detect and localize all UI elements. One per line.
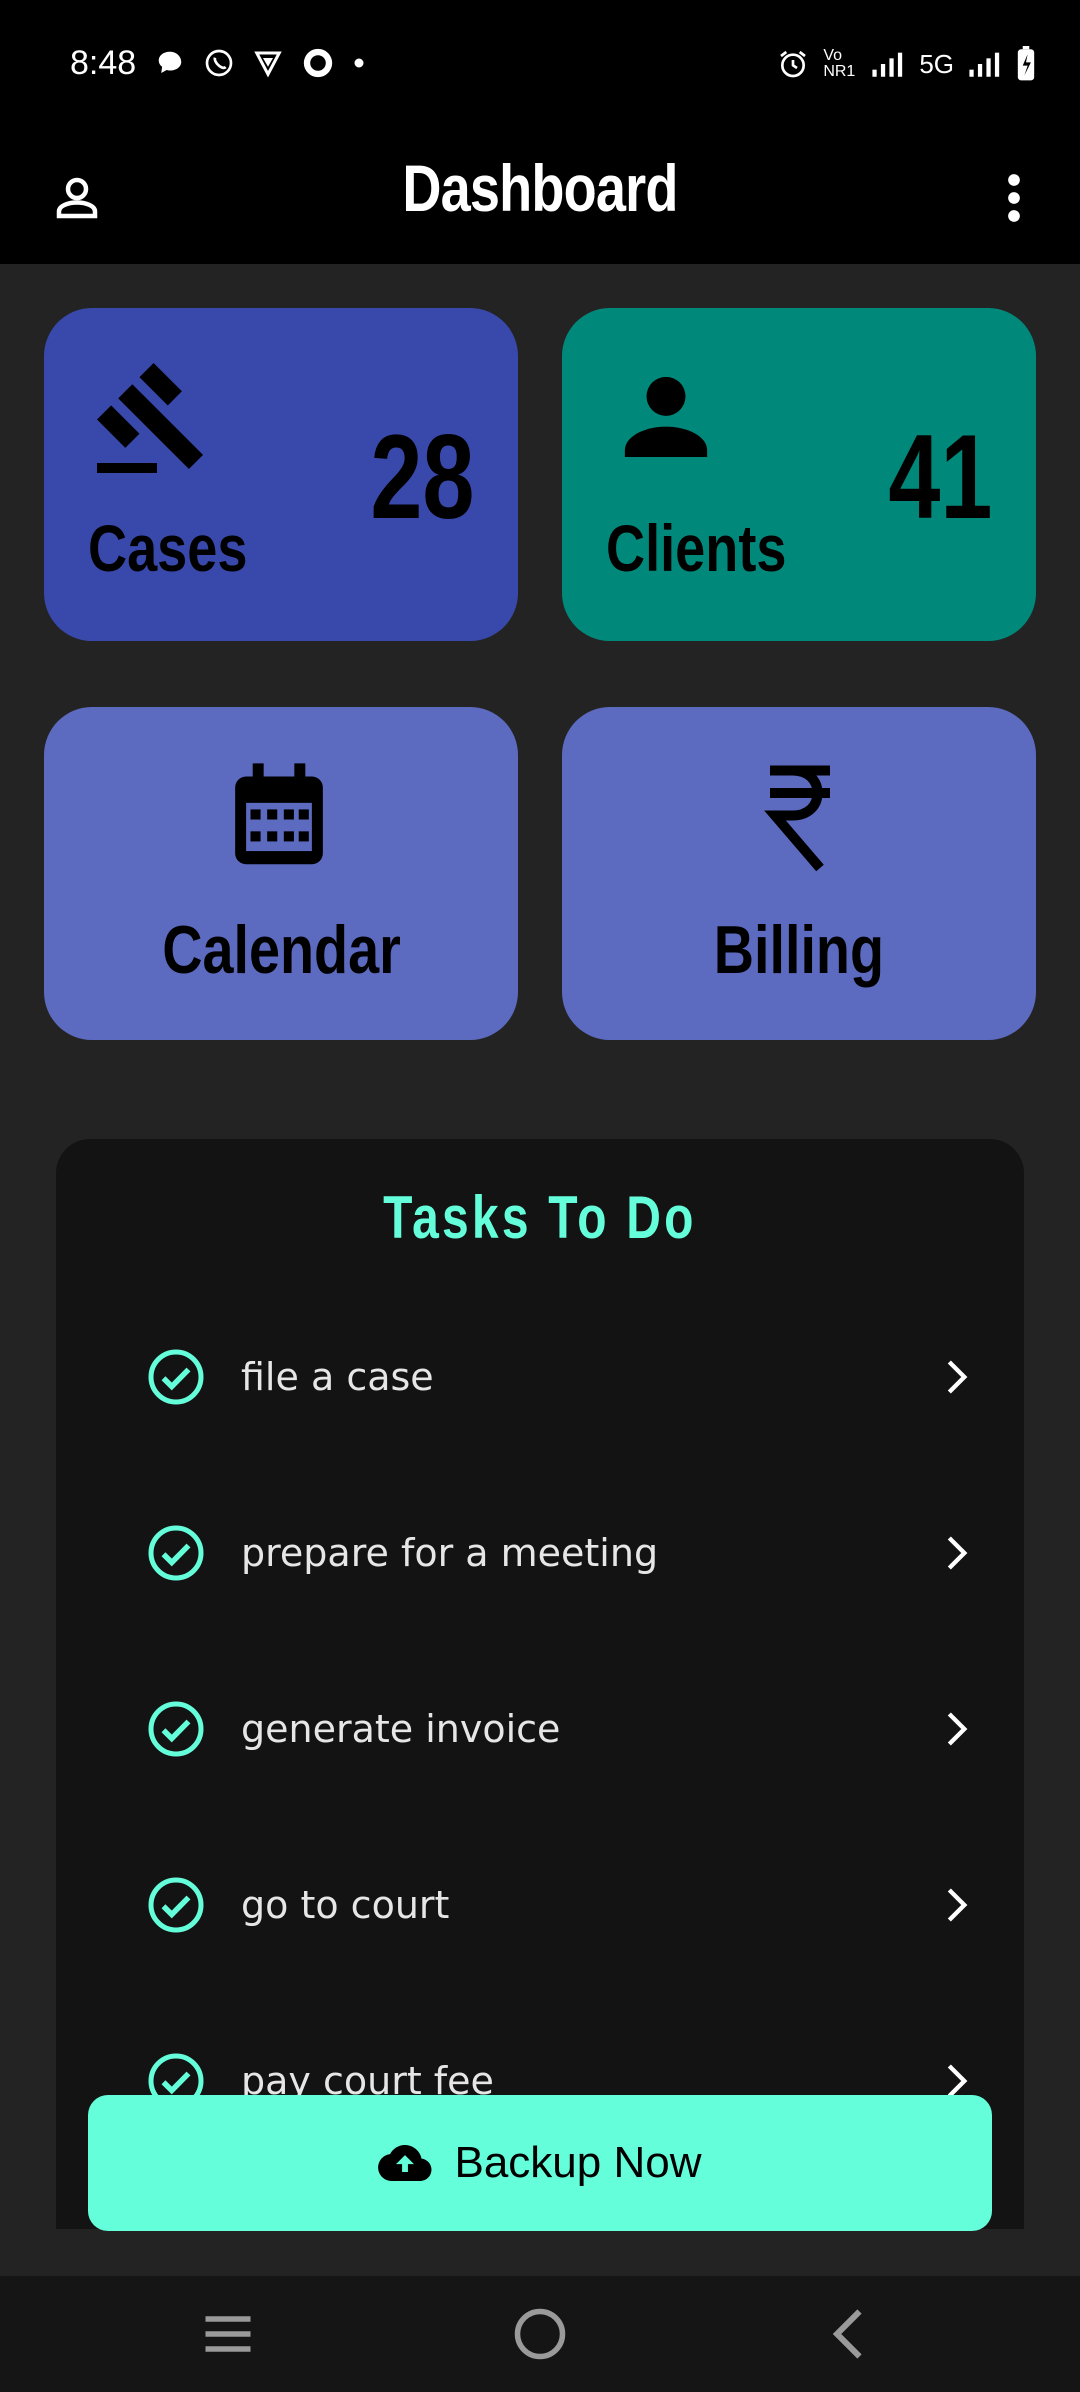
- tasks-title: Tasks To Do: [383, 1184, 697, 1251]
- signal-icon: [872, 52, 903, 77]
- task-item[interactable]: prepare for a meeting: [116, 1465, 996, 1641]
- dot-icon: [354, 58, 364, 68]
- person-outline-icon: [56, 177, 98, 219]
- network-label: 5G: [919, 48, 954, 79]
- cases-label: Cases: [88, 511, 248, 585]
- backup-label: Backup Now: [454, 2138, 702, 2187]
- alarm-icon: [780, 50, 807, 78]
- cases-tile[interactable]: Cases 28: [44, 308, 518, 641]
- chevron-right-icon: [947, 1360, 968, 1394]
- whatsapp-icon: [205, 49, 233, 77]
- rupee-icon: [764, 765, 830, 872]
- app-bar: Dashboard: [0, 128, 1080, 264]
- task-label: go to court: [241, 1883, 450, 1927]
- signal-icon-2: [969, 52, 1000, 77]
- task-item[interactable]: generate invoice: [116, 1641, 996, 1817]
- check-circle-icon: [148, 1877, 204, 1933]
- status-time: 8:48: [70, 44, 137, 82]
- record-icon: [303, 48, 333, 78]
- notification-icons: [155, 46, 365, 80]
- back-icon[interactable]: [822, 2304, 882, 2364]
- task-label: generate invoice: [241, 1707, 561, 1751]
- chevron-right-icon: [947, 1888, 968, 1922]
- calendar-label: Calendar: [161, 912, 401, 988]
- chevron-right-icon: [947, 1712, 968, 1746]
- page-title: Dashboard: [402, 151, 678, 225]
- check-circle-icon: [148, 1349, 204, 1405]
- status-bar: 8:48 Vo NR1 5G: [0, 0, 1080, 128]
- person-icon: [624, 376, 708, 457]
- task-item[interactable]: go to court: [116, 1817, 996, 1993]
- calendar-icon: [235, 763, 323, 865]
- clients-count: 41: [887, 410, 992, 544]
- clients-tile[interactable]: Clients 41: [562, 308, 1036, 641]
- billing-tile[interactable]: Billing: [562, 707, 1036, 1040]
- gavel-icon: [97, 363, 204, 473]
- chevron-right-icon: [947, 1536, 968, 1570]
- more-vert-icon: [1008, 174, 1020, 222]
- chat-bubble-icon: [158, 51, 182, 73]
- backup-now-button[interactable]: Backup Now: [88, 2095, 992, 2231]
- clients-label: Clients: [606, 511, 787, 585]
- task-label: file a case: [241, 1355, 434, 1399]
- billing-label: Billing: [713, 912, 885, 988]
- cases-count: 28: [369, 410, 474, 544]
- task-label: prepare for a meeting: [241, 1531, 659, 1575]
- check-circle-icon: [148, 1525, 204, 1581]
- tasks-panel: Tasks To Do file a case prepare for a me…: [56, 1139, 1024, 2229]
- system-nav-bar: [0, 2276, 1080, 2392]
- volte-label: Vo NR1: [823, 47, 856, 80]
- recents-icon[interactable]: [198, 2304, 258, 2364]
- task-item[interactable]: file a case: [116, 1289, 996, 1465]
- system-icons: Vo NR1 5G: [777, 46, 1036, 82]
- vpn-shield-icon: [254, 51, 282, 78]
- calendar-tile[interactable]: Calendar: [44, 707, 518, 1040]
- cloud-upload-icon: [378, 2145, 432, 2181]
- battery-charging-icon: [1017, 46, 1035, 81]
- home-icon[interactable]: [510, 2304, 570, 2364]
- check-circle-icon: [148, 1701, 204, 1757]
- more-options-button[interactable]: [974, 158, 1054, 238]
